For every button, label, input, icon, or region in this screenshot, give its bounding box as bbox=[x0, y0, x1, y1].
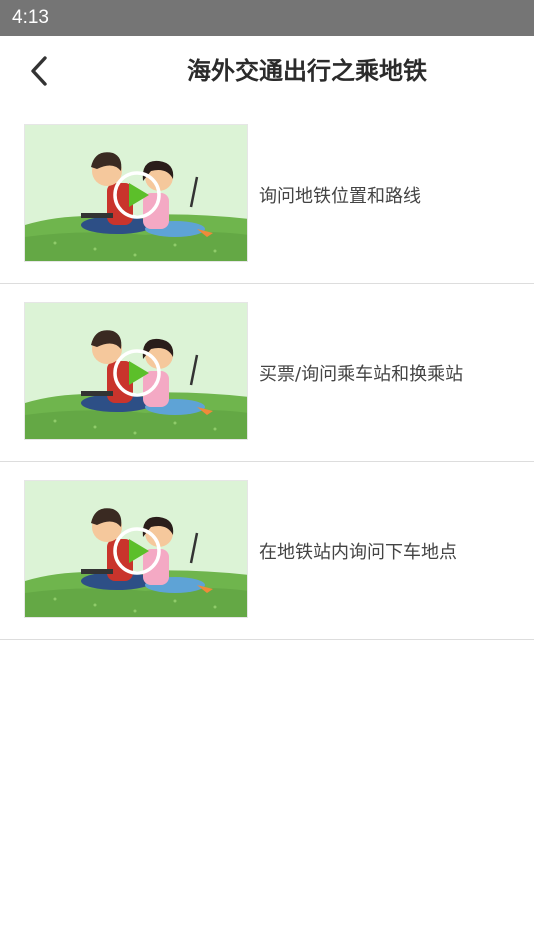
chevron-left-icon bbox=[31, 56, 47, 86]
video-item[interactable]: 买票/询问乘车站和换乘站 bbox=[0, 284, 534, 462]
video-thumbnail[interactable] bbox=[24, 480, 248, 618]
video-item[interactable]: 在地铁站内询问下车地点 bbox=[0, 462, 534, 640]
video-item[interactable]: 询问地铁位置和路线 bbox=[0, 106, 534, 284]
app-bar: 海外交通出行之乘地铁 bbox=[0, 36, 534, 106]
video-title: 询问地铁位置和路线 bbox=[259, 186, 421, 207]
status-bar: 4:13 bbox=[0, 0, 534, 36]
video-title: 在地铁站内询问下车地点 bbox=[259, 542, 457, 563]
page-title: 海外交通出行之乘地铁 bbox=[187, 57, 427, 85]
back-button[interactable] bbox=[22, 52, 56, 90]
video-title: 买票/询问乘车站和换乘站 bbox=[259, 364, 464, 385]
status-time: 4:13 bbox=[12, 7, 49, 28]
video-list: 询问地铁位置和路线 买票/询问乘车站和换乘站 在地铁站内询问下车地点 bbox=[0, 106, 534, 640]
video-thumbnail[interactable] bbox=[24, 124, 248, 262]
video-thumbnail[interactable] bbox=[24, 302, 248, 440]
